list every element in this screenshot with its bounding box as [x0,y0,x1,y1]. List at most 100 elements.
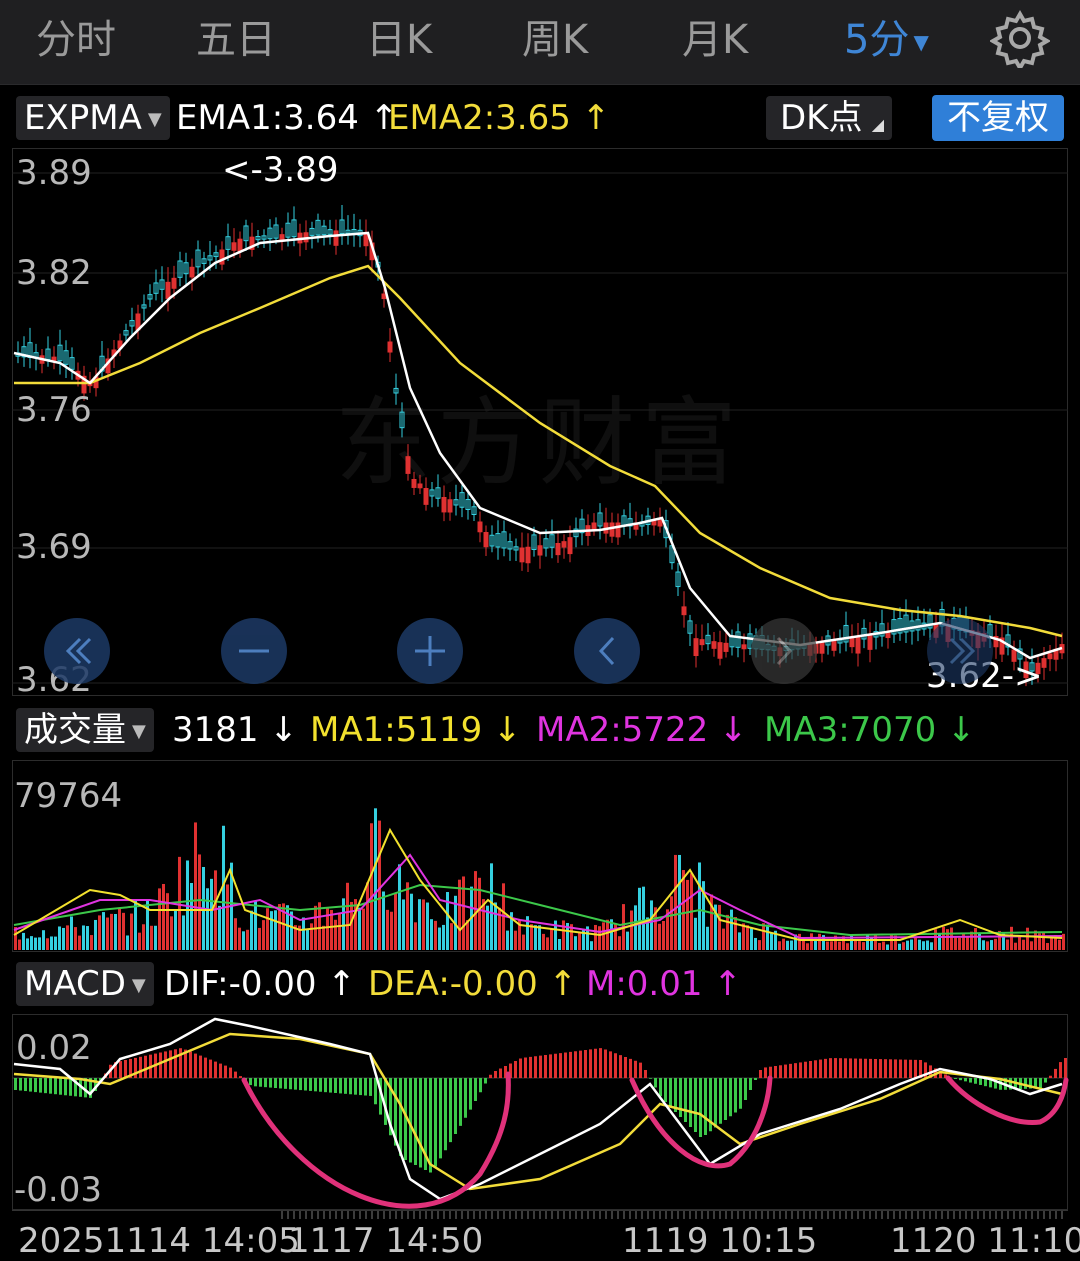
candle-body [441,497,447,513]
double-chevron-left-icon [65,637,92,665]
macd-hist-bar [614,1053,617,1078]
macd-hist-bar [249,1078,252,1086]
volume-bar [374,808,377,950]
volume-bar [434,920,437,950]
macd-hist-bar [604,1049,607,1078]
macd-hist-bar [559,1053,562,1078]
macd-indicator-select[interactable]: MACD ▼ [16,962,154,1006]
candle-body [567,537,573,555]
macd-hist-bar [174,1049,177,1078]
volume-bar [886,944,889,950]
macd-hist-bar [954,1078,957,1079]
macd-hist-bar [964,1078,967,1082]
macd-hist-bar [754,1078,757,1080]
volume-bar [922,941,925,950]
volume-bar [122,912,125,950]
volume-bar [778,941,781,950]
corner-triangle-icon: ◢ [871,115,884,134]
tab-month-k[interactable]: 月K [682,10,748,70]
volume-bar [246,929,249,950]
tab-5min[interactable]: 5分 ▼ [844,10,929,70]
scroll-end-button[interactable] [927,618,993,684]
macd-hist-bar [239,1076,242,1078]
macd-hist-bar [774,1066,777,1078]
tab-week-k[interactable]: 周K [522,10,588,70]
macd-hist-bar [259,1078,262,1087]
macd-hist-bar [794,1063,797,1078]
volume-bar [178,856,181,950]
macd-hist-bar [854,1058,857,1078]
settings-gear-icon[interactable] [988,8,1052,73]
macd-hist-bar [39,1078,42,1093]
volume-bar [982,940,985,950]
tab-wuri[interactable]: 五日 [196,10,276,70]
time-label-1: 20251114 14:05 [18,1221,300,1261]
volume-indicator-select[interactable]: 成交量 ▼ [16,708,154,752]
time-label-4: 1120 11:10 [890,1221,1080,1261]
macd-hist-bar [809,1061,812,1078]
macd-chart[interactable] [0,1014,1080,1210]
volume-bar [562,920,565,950]
candle-body [483,532,489,548]
volume-bar [102,912,105,950]
volume-bar [130,913,133,950]
volume-chart[interactable] [0,760,1080,952]
macd-hist-bar [744,1078,747,1100]
candle-body [171,277,177,289]
volume-bar [398,864,401,950]
volume-bar [198,854,201,950]
volume-bar [942,926,945,950]
macd-hist-bar [874,1058,877,1078]
volume-bar [718,904,721,950]
macd-hist-bar [889,1059,892,1078]
volume-bar [410,893,413,950]
macd-hist-bar [139,1056,142,1078]
fuquan-toggle-button[interactable]: 不复权 [932,95,1064,141]
macd-hist-bar [819,1059,822,1078]
dropdown-triangle-icon: ▼ [147,108,162,130]
volume-bar [826,941,829,950]
expma-indicator-select[interactable]: EXPMA ▼ [16,96,170,140]
candle-body [411,479,417,488]
scroll-right-button[interactable] [751,618,817,684]
macd-hist-bar [269,1078,272,1088]
macd-hist-bar [1054,1068,1057,1078]
candle-body [231,242,237,251]
macd-hist-bar [344,1078,347,1094]
volume-bar [26,938,29,950]
zoom-out-button[interactable] [221,618,287,684]
volume-bar [442,924,445,950]
volume-bar [118,908,121,950]
macd-hist-bar [569,1051,572,1078]
macd-hist-bar [189,1051,192,1078]
volume-bar [590,941,593,950]
macd-hist-bar [374,1078,377,1105]
kline-chart[interactable] [0,148,1080,696]
volume-bar [1062,933,1065,950]
volume-bar [378,820,381,950]
scroll-left-button[interactable] [574,618,640,684]
volume-bar [934,929,937,950]
zoom-in-button[interactable] [397,618,463,684]
volume-bar [758,940,761,950]
candle-body [237,238,243,252]
high-price-marker: <-3.89 [222,150,339,190]
volume-bar [762,923,765,950]
macd-hist-bar [339,1078,342,1094]
volume-bar [110,913,113,950]
volume-bar [882,941,885,950]
macd-hist-bar [544,1055,547,1078]
tab-fenshi[interactable]: 分时 [36,10,116,70]
macd-hist-bar [834,1058,837,1078]
dif-value: DIF:-0.00 ↑ [164,964,356,1004]
macd-hist-bar [234,1071,237,1078]
volume-bar [274,910,277,950]
tab-day-k[interactable]: 日K [366,10,432,70]
dk-point-button[interactable]: DK点 ◢ [766,96,892,140]
volume-bar [686,879,689,950]
volume-bar [1046,943,1049,950]
volume-bar [418,899,421,950]
zoom-out-far-button[interactable] [44,618,110,684]
macd-hist-bar [1059,1062,1062,1078]
macd-hist-bar [649,1078,652,1079]
